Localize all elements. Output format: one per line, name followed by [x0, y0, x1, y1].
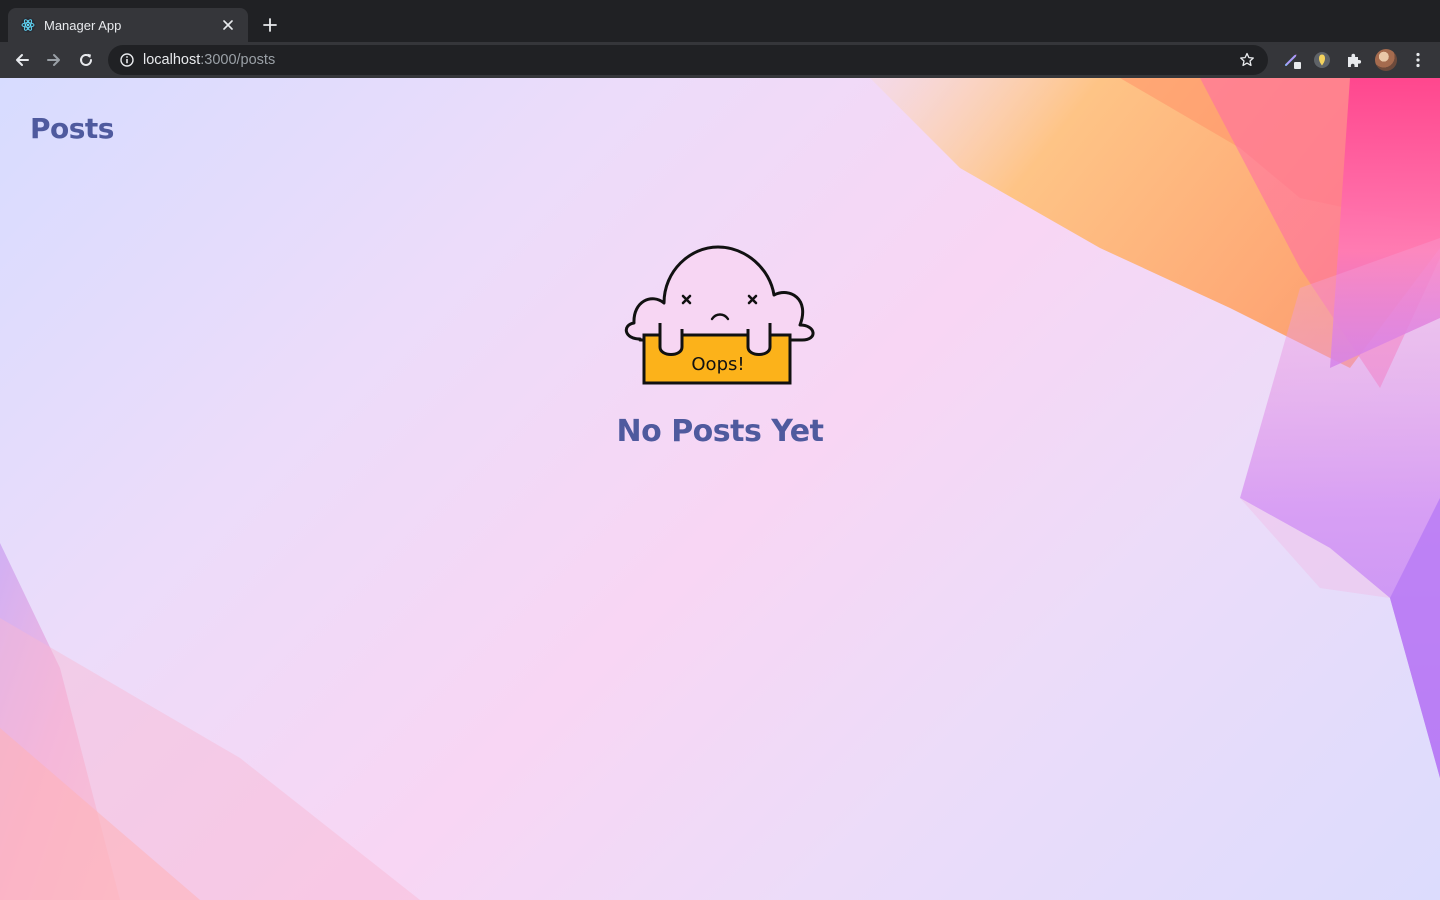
address-bar[interactable]: localhost:3000/posts [108, 45, 1268, 75]
url-text: localhost:3000/posts [143, 52, 1238, 68]
color-picker-extension-icon[interactable] [1282, 49, 1304, 71]
browser-tab[interactable]: Manager App [8, 8, 248, 42]
extensions-puzzle-icon[interactable] [1343, 49, 1365, 71]
empty-state-heading: No Posts Yet [616, 414, 824, 449]
shield-extension-icon[interactable] [1311, 49, 1333, 71]
new-tab-icon[interactable] [258, 13, 282, 37]
bookmark-star-icon[interactable] [1238, 51, 1256, 69]
menu-kebab-icon[interactable] [1407, 49, 1429, 71]
reload-icon[interactable] [72, 46, 100, 74]
browser-tab-strip: Manager App [0, 0, 1440, 42]
url-host: localhost [143, 52, 201, 68]
background-decoration [0, 78, 1440, 900]
tab-title: Manager App [44, 17, 122, 33]
browser-toolbar: localhost:3000/posts [0, 42, 1440, 78]
react-icon [20, 17, 36, 33]
back-arrow-icon[interactable] [8, 46, 36, 74]
site-info-icon[interactable] [119, 52, 135, 68]
profile-avatar[interactable] [1375, 49, 1397, 71]
page-viewport: Posts Oops! No Posts Yet [0, 78, 1440, 900]
close-tab-icon[interactable] [218, 15, 238, 35]
page-title: Posts [30, 112, 114, 145]
oops-sign-text: Oops! [691, 354, 744, 375]
forward-arrow-icon[interactable] [40, 46, 68, 74]
url-path: :3000/posts [200, 52, 276, 68]
oops-cloud-illustration: Oops! [620, 243, 820, 388]
